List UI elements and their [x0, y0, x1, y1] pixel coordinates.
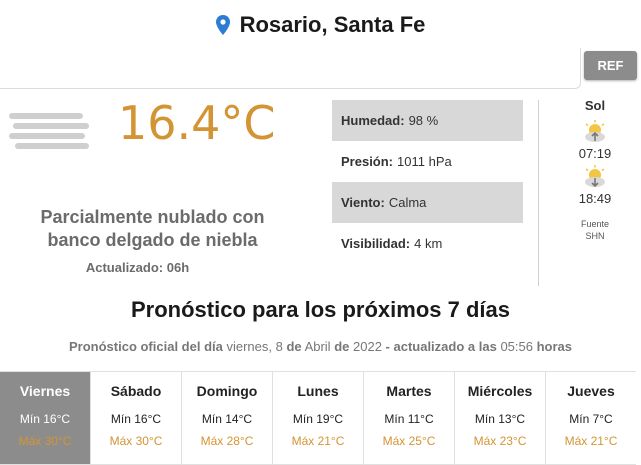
subtitle-hours: horas — [536, 339, 573, 354]
subtitle-de: de — [286, 339, 302, 354]
stat-humidity: Humedad: 98 % — [332, 100, 523, 141]
day-min: Mín 19°C — [292, 412, 344, 426]
sunset-time: 18:49 — [578, 191, 612, 206]
weather-description: Parcialmente nublado con banco delgado d… — [40, 207, 265, 250]
day-max: Máx 25°C — [382, 434, 436, 448]
forecast-title: Pronóstico para los próximos 7 días — [131, 297, 510, 322]
sun-panel: Sol 07:19 18:49 Fuente SHN — [560, 96, 630, 242]
day-min: Mín 11°C — [384, 412, 434, 426]
day-max: Máx 28°C — [200, 434, 254, 448]
stat-value: 4 km — [414, 236, 443, 251]
stat-value: Calma — [388, 195, 427, 210]
day-min: Mín 14°C — [201, 412, 253, 426]
day-max: Máx 23°C — [473, 434, 527, 448]
day-min: Mín 7°C — [569, 412, 613, 426]
day-name: Martes — [386, 383, 432, 399]
current-temperature: 16.4°C — [118, 96, 276, 150]
stat-label: Humedad: — [341, 113, 405, 128]
subtitle-time: 05:56 — [500, 339, 533, 354]
day-max: Máx 30°C — [18, 434, 72, 448]
updated-time: Actualizado: 06h — [85, 260, 190, 275]
sun-title: Sol — [584, 98, 606, 113]
sunset-icon — [585, 165, 605, 188]
map-pin-icon — [215, 15, 230, 35]
day-min: Mín 13°C — [474, 412, 526, 426]
subtitle-year: 2022 — [353, 339, 382, 354]
location-title: Rosario, Santa Fe — [239, 12, 426, 37]
divider — [538, 100, 539, 286]
day-name: Miércoles — [467, 383, 533, 399]
stat-pressure: Presión: 1011 hPa — [332, 141, 523, 182]
day-name: Jueves — [567, 383, 615, 399]
day-min: Mín 16°C — [19, 412, 71, 426]
source-name: SHN — [585, 231, 605, 241]
day-name: Lunes — [297, 383, 339, 399]
subtitle-month: Abril — [304, 339, 331, 354]
day-max: Máx 21°C — [291, 434, 345, 448]
day-max: Máx 21°C — [564, 434, 618, 448]
day-min: Mín 16°C — [110, 412, 162, 426]
day-card-miercoles[interactable]: Miércoles Mín 13°C Máx 23°C — [454, 372, 545, 464]
subtitle-updated-label: - actualizado a las — [385, 339, 497, 354]
subtitle-day: viernes, 8 — [226, 339, 283, 354]
location-header: Rosario, Santa Fe — [0, 0, 641, 50]
day-name: Domingo — [196, 383, 258, 399]
day-card-domingo[interactable]: Domingo Mín 14°C Máx 28°C — [181, 372, 272, 464]
ref-button[interactable]: REF — [584, 51, 637, 80]
stat-value: 1011 hPa — [397, 154, 452, 169]
sunrise-time: 07:19 — [578, 146, 612, 161]
day-max: Máx 30°C — [109, 434, 163, 448]
subtitle-label: Pronóstico oficial del día — [68, 339, 223, 354]
stat-label: Visibilidad: — [341, 236, 411, 251]
forecast-days: Viernes Mín 16°C Máx 30°C Sábado Mín 16°… — [0, 371, 636, 465]
fog-icon — [9, 113, 89, 149]
day-name: Sábado — [110, 383, 162, 399]
stat-label: Presión: — [341, 154, 394, 169]
day-card-jueves[interactable]: Jueves Mín 7°C Máx 21°C — [545, 372, 636, 464]
stat-label: Viento: — [341, 195, 385, 210]
day-name: Viernes — [19, 383, 71, 399]
source-label: Fuente — [580, 219, 610, 229]
day-card-viernes[interactable]: Viernes Mín 16°C Máx 30°C — [0, 372, 90, 464]
day-card-lunes[interactable]: Lunes Mín 19°C Máx 21°C — [272, 372, 363, 464]
forecast-subtitle: Pronóstico oficial del día viernes, 8 de… — [0, 339, 641, 354]
stats-table: Humedad: 98 % Presión: 1011 hPa Viento: … — [332, 100, 523, 264]
day-card-sabado[interactable]: Sábado Mín 16°C Máx 30°C — [90, 372, 181, 464]
stat-visibility: Visibilidad: 4 km — [332, 223, 523, 264]
data-source: Fuente SHN — [560, 218, 630, 242]
header-panel — [0, 48, 581, 89]
stat-wind: Viento: Calma — [332, 182, 523, 223]
day-card-martes[interactable]: Martes Mín 11°C Máx 25°C — [363, 372, 454, 464]
sunrise-icon — [585, 120, 605, 142]
stat-value: 98 % — [408, 113, 439, 128]
subtitle-de: de — [334, 339, 350, 354]
